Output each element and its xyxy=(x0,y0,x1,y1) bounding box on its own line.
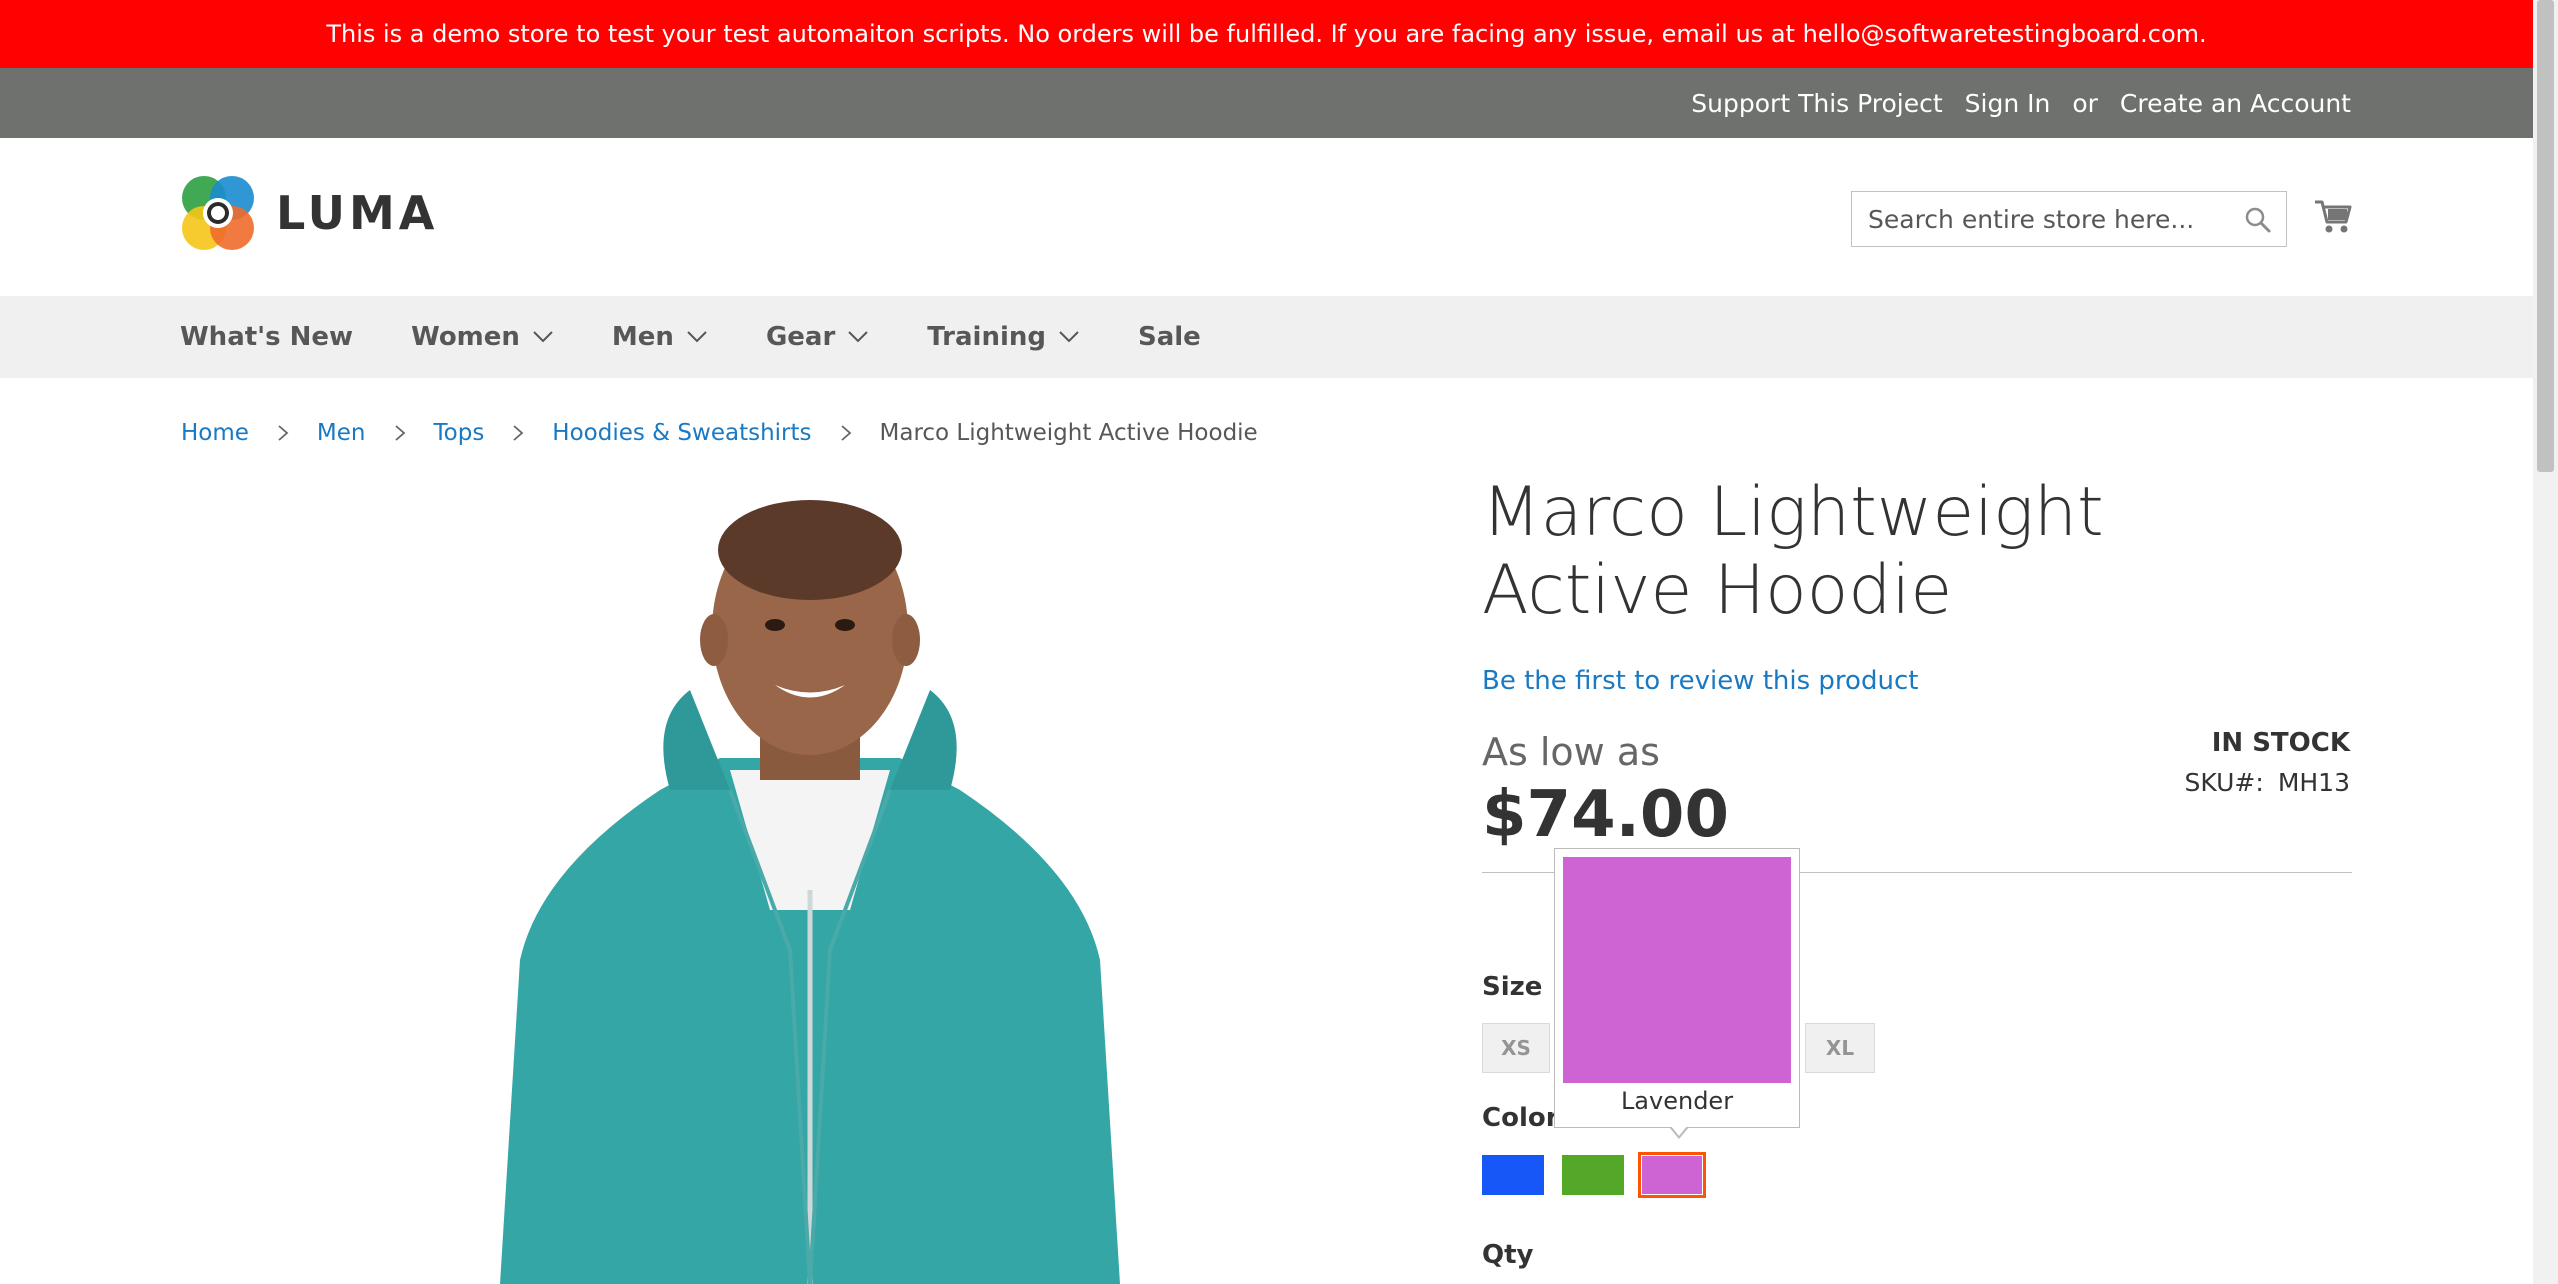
color-swatch-blue[interactable] xyxy=(1482,1155,1544,1195)
sku-value: MH13 xyxy=(2277,768,2350,797)
search-icon[interactable] xyxy=(2244,206,2272,234)
first-review-link[interactable]: Be the first to review this product xyxy=(1482,666,1918,696)
breadcrumb-men-link[interactable]: Men xyxy=(317,420,366,446)
demo-notice-banner: This is a demo store to test your test a… xyxy=(0,0,2533,68)
product-title: Marco Lightweight Active Hoodie xyxy=(1482,473,2104,630)
stock-status: IN STOCK xyxy=(2211,728,2350,758)
swatch-tooltip: Lavender xyxy=(1554,848,1800,1139)
sign-in-link[interactable]: Sign In xyxy=(1965,89,2051,118)
nav-menu: What's New Women Men Gear Training Sale xyxy=(180,296,1259,378)
price-prefix: As low as xyxy=(1482,730,1660,774)
breadcrumb-current: Marco Lightweight Active Hoodie xyxy=(879,420,1258,446)
chevron-down-icon xyxy=(533,331,553,343)
luma-logo-icon xyxy=(182,176,254,250)
size-option-xl[interactable]: XL xyxy=(1805,1023,1875,1073)
chevron-right-icon xyxy=(278,425,289,441)
nav-item-women[interactable]: Women xyxy=(411,322,554,352)
nav-item-label: Gear xyxy=(765,322,836,352)
nav-item-whats-new[interactable]: What's New xyxy=(180,322,353,352)
product-main-image[interactable] xyxy=(430,490,1200,1284)
main-navigation: What's New Women Men Gear Training Sale xyxy=(0,296,2533,378)
breadcrumb-home-link[interactable]: Home xyxy=(181,420,249,446)
nav-item-sale[interactable]: Sale xyxy=(1138,322,1201,352)
size-label: Size xyxy=(1482,972,1543,1002)
size-option-xs[interactable]: XS xyxy=(1482,1023,1550,1073)
chevron-down-icon xyxy=(687,331,707,343)
create-account-link[interactable]: Create an Account xyxy=(2120,89,2351,118)
nav-item-training[interactable]: Training xyxy=(927,322,1080,352)
nav-item-label: Men xyxy=(611,322,674,352)
demo-notice-text: This is a demo store to test your test a… xyxy=(326,20,2207,48)
swatch-tooltip-label: Lavender xyxy=(1620,1087,1734,1115)
color-label: Color xyxy=(1482,1103,1559,1133)
swatch-preview xyxy=(1563,857,1791,1083)
store-logo[interactable]: LUMA xyxy=(180,174,438,252)
nav-item-gear[interactable]: Gear xyxy=(766,322,869,352)
breadcrumb: Home Men Tops Hoodies & Sweatshirts Marc… xyxy=(181,420,1258,446)
chevron-down-icon xyxy=(1059,331,1079,343)
breadcrumb-hoodies-link[interactable]: Hoodies & Sweatshirts xyxy=(552,420,811,446)
nav-item-label: Women xyxy=(411,322,520,352)
cart-icon[interactable] xyxy=(2313,196,2353,236)
nav-item-label: Training xyxy=(927,322,1046,352)
qty-label: Qty xyxy=(1482,1240,1534,1270)
or-text: or xyxy=(2072,88,2098,118)
search-box xyxy=(1851,191,2287,247)
search-input[interactable] xyxy=(1852,192,2244,246)
scrollbar-thumb[interactable] xyxy=(2537,0,2554,472)
top-panel: Support This Project Sign In or Create a… xyxy=(0,68,2533,138)
breadcrumb-tops-link[interactable]: Tops xyxy=(434,420,485,446)
tooltip-arrow-inner xyxy=(1671,1126,1687,1136)
support-project-link[interactable]: Support This Project xyxy=(1691,89,1942,118)
chevron-right-icon xyxy=(513,425,524,441)
color-swatch-green[interactable] xyxy=(1562,1155,1624,1195)
product-price: $74.00 xyxy=(1482,778,1729,852)
chevron-down-icon xyxy=(848,331,869,343)
sku-label: SKU#: xyxy=(2184,768,2264,797)
page-scrollbar[interactable] xyxy=(2533,0,2558,1284)
sku-info: SKU#: MH13 xyxy=(2150,768,2350,797)
logo-text: LUMA xyxy=(276,186,439,240)
nav-item-label: What's New xyxy=(180,322,354,352)
color-swatch-lavender[interactable] xyxy=(1638,1152,1706,1198)
header-links: Support This Project Sign In or Create a… xyxy=(1691,68,2351,138)
chevron-right-icon xyxy=(840,425,851,441)
nav-item-men[interactable]: Men xyxy=(612,322,708,352)
nav-item-label: Sale xyxy=(1138,322,1201,352)
chevron-right-icon xyxy=(394,425,405,441)
